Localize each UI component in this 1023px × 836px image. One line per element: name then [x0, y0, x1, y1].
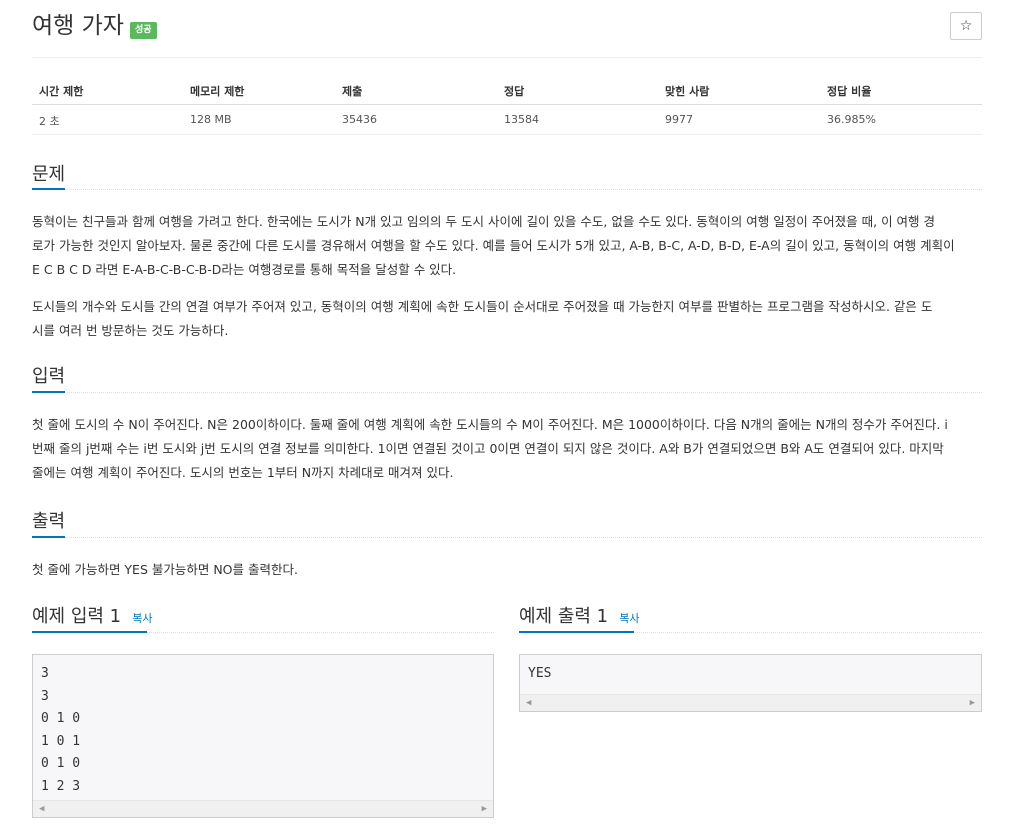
star-icon: ☆ — [959, 18, 973, 34]
text-line: 줄에는 여행 계획이 주어진다. 도시의 번호는 1부터 N까지 차례대로 매겨… — [32, 465, 454, 480]
solved-users-value: 9977 — [665, 113, 693, 126]
input-description: 첫 줄에 도시의 수 N이 주어진다. N은 200이하이다. 둘째 줄에 여행… — [32, 413, 982, 485]
scroll-right-icon[interactable]: ▶ — [970, 698, 975, 708]
problem-section-title: 문제 — [32, 164, 66, 185]
code-text: 3 3 0 1 0 1 0 1 0 1 0 1 2 3 — [41, 666, 81, 794]
problem-description-2: 도시들의 개수와 도시들 간의 연결 여부가 주어져 있고, 동혁이의 여행 계… — [32, 295, 982, 343]
output-description: 첫 줄에 가능하면 YES 불가능하면 NO를 출력한다. — [32, 558, 982, 582]
input-section-title: 입력 — [32, 366, 66, 387]
section-underline — [32, 536, 65, 538]
section-underline — [32, 391, 65, 393]
example-input-title: 예제 입력 1 — [32, 606, 122, 627]
text-line: 도시들의 개수와 도시들 간의 연결 여부가 주어져 있고, 동혁이의 여행 계… — [32, 299, 933, 314]
time-limit-value: 2 초 — [39, 115, 60, 128]
scroll-left-icon[interactable]: ◀ — [39, 804, 44, 814]
header-accepted: 정답 — [504, 85, 525, 98]
table-header-row: 시간 제한 메모리 제한 제출 정답 맞힌 사람 정답 비율 — [32, 75, 982, 105]
section-divider — [32, 392, 982, 393]
scroll-left-icon[interactable]: ◀ — [526, 698, 531, 708]
ratio-value: 36.985% — [827, 113, 876, 126]
horizontal-scrollbar[interactable]: ◀ ▶ — [33, 800, 493, 817]
header-solved-users: 맞힌 사람 — [665, 85, 710, 98]
submissions-value: 35436 — [342, 113, 377, 126]
scroll-right-icon[interactable]: ▶ — [482, 804, 487, 814]
page-title: 여행 가자 — [32, 13, 124, 39]
text-line: 동혁이는 친구들과 함께 여행을 가려고 한다. 한국에는 도시가 N개 있고 … — [32, 214, 936, 229]
text-line: 시를 여러 번 방문하는 것도 가능하다. — [32, 323, 229, 338]
copy-input-button[interactable]: 복사 — [132, 612, 152, 625]
text-line: 첫 줄에 가능하면 YES 불가능하면 NO를 출력한다. — [32, 562, 298, 577]
header-submissions: 제출 — [342, 85, 363, 98]
output-section-title: 출력 — [32, 511, 66, 532]
text-line: 로가 가능한 것인지 알아보자. 물론 중간에 다른 도시를 경유해서 여행을 … — [32, 238, 955, 253]
section-divider — [32, 189, 982, 190]
divider — [32, 57, 982, 58]
code-text: YES — [528, 666, 552, 681]
example-input-code[interactable]: 3 3 0 1 0 1 0 1 0 1 0 1 2 3 ◀ ▶ — [32, 654, 494, 818]
section-underline — [32, 188, 65, 190]
example-input-heading: 예제 입력 1 복사 — [32, 602, 152, 628]
header-memory-limit: 메모리 제한 — [190, 85, 245, 98]
example-output-title: 예제 출력 1 — [519, 606, 609, 627]
header-time-limit: 시간 제한 — [39, 85, 84, 98]
problem-description: 동혁이는 친구들과 함께 여행을 가려고 한다. 한국에는 도시가 N개 있고 … — [32, 210, 982, 282]
text-line: E C B C D 라면 E-A-B-C-B-C-B-D라는 여행경로를 통해 … — [32, 262, 457, 277]
text-line: 첫 줄에 도시의 수 N이 주어진다. N은 200이하이다. 둘째 줄에 여행… — [32, 417, 948, 432]
copy-output-button[interactable]: 복사 — [619, 612, 639, 625]
accepted-value: 13584 — [504, 113, 539, 126]
memory-limit-value: 128 MB — [190, 113, 232, 126]
section-divider — [32, 537, 982, 538]
problem-header: 여행 가자 성공 ☆ — [32, 10, 982, 46]
header-ratio: 정답 비율 — [827, 85, 872, 98]
problem-info-table: 시간 제한 메모리 제한 제출 정답 맞힌 사람 정답 비율 2 초 128 M… — [32, 75, 982, 135]
section-underline — [32, 631, 147, 633]
horizontal-scrollbar[interactable]: ◀ ▶ — [520, 694, 981, 711]
status-badge: 성공 — [130, 22, 157, 39]
example-output-heading: 예제 출력 1 복사 — [519, 602, 639, 628]
section-underline — [519, 631, 634, 633]
text-line: 번째 줄의 j번째 수는 i번 도시와 j번 도시의 연결 정보를 의미한다. … — [32, 441, 944, 456]
divider — [32, 134, 982, 135]
example-output-code[interactable]: YES ◀ ▶ — [519, 654, 982, 712]
favorite-button[interactable]: ☆ — [950, 12, 982, 40]
